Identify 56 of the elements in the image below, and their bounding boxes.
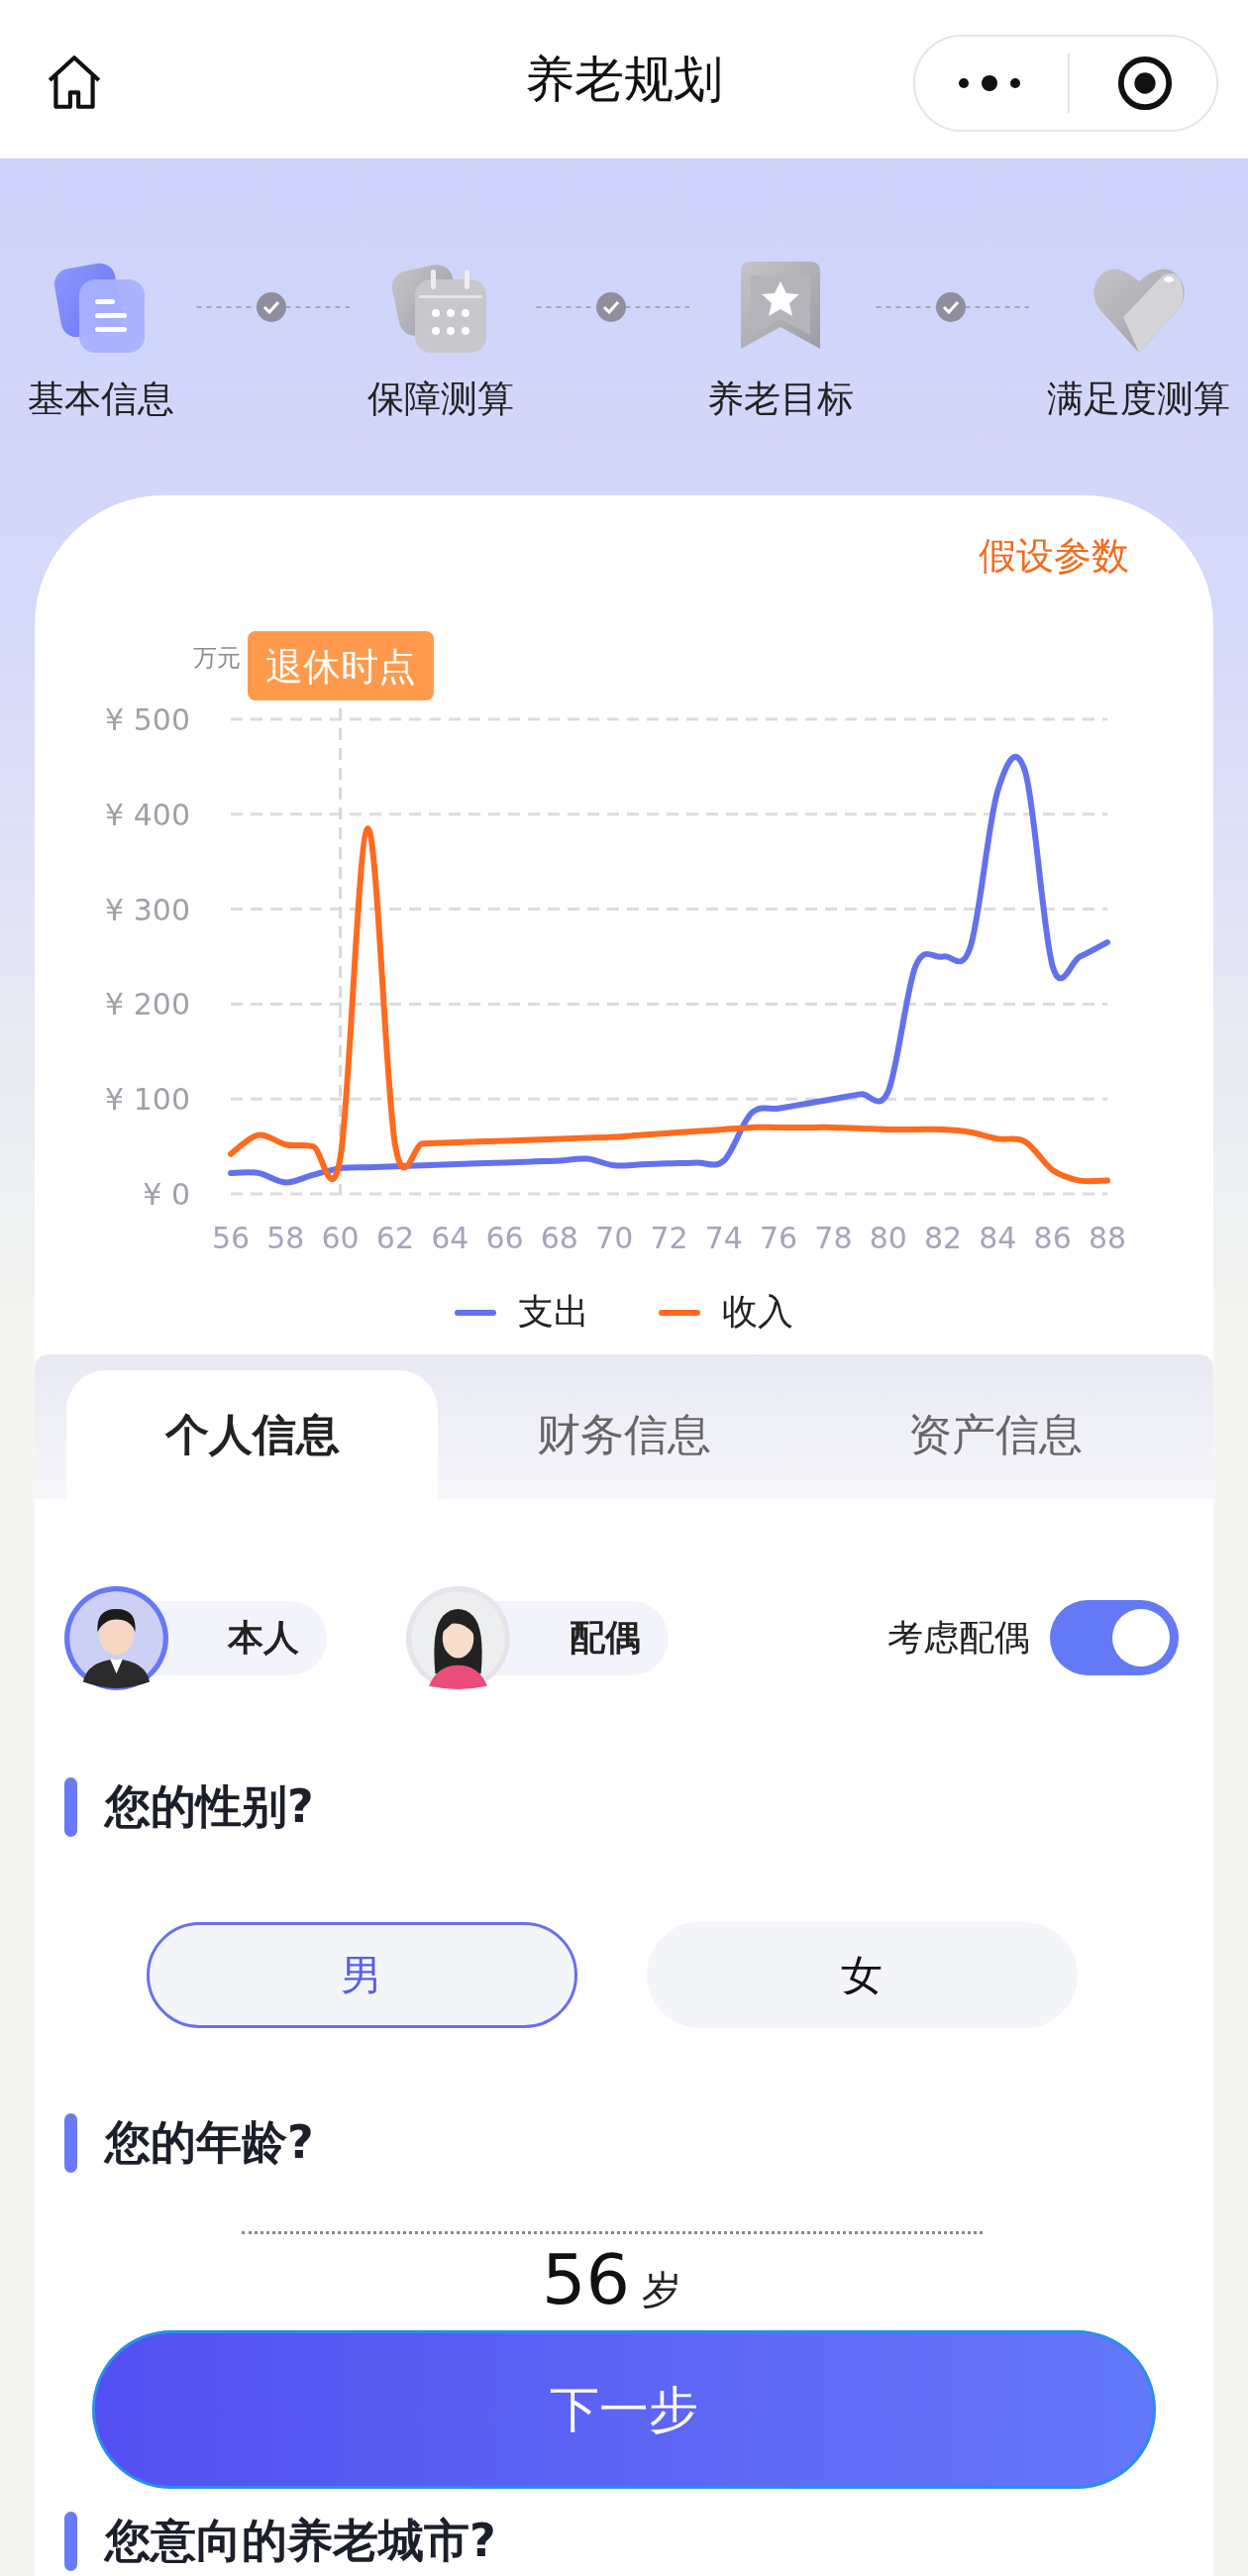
- question-title: 您意向的养老城市?: [105, 2513, 496, 2569]
- x-axis-label: 84: [979, 1221, 1017, 1255]
- x-axis-label: 62: [375, 1221, 415, 1255]
- person-chip[interactable]: 配偶: [406, 1585, 669, 1690]
- check-circle-icon: [256, 292, 286, 322]
- y-axis-unit: 万元: [193, 644, 241, 672]
- option-button[interactable]: 女: [646, 1922, 1078, 2028]
- x-axis-label: 70: [595, 1221, 634, 1255]
- x-axis-label: 64: [431, 1221, 469, 1255]
- y-axis-label: ¥ 0: [143, 1177, 190, 1212]
- x-axis-label: 58: [266, 1221, 305, 1255]
- person-chip[interactable]: 本人: [64, 1585, 327, 1690]
- legend-swatch: [659, 1309, 700, 1316]
- x-axis-label: 76: [760, 1221, 798, 1255]
- page-title: 养老规划: [525, 49, 723, 110]
- option-button[interactable]: 男: [146, 1922, 577, 2028]
- legend-swatch: [455, 1309, 496, 1316]
- x-axis-label: 72: [650, 1221, 688, 1255]
- age-unit: 岁: [642, 2266, 682, 2314]
- step-label: 保障测算: [367, 376, 514, 422]
- x-axis-label: 74: [704, 1221, 743, 1255]
- legend-label: 支出: [518, 1290, 589, 1334]
- x-axis-label: 68: [540, 1221, 578, 1255]
- x-axis-label: 78: [814, 1221, 853, 1255]
- y-axis-label: ¥ 300: [105, 892, 190, 927]
- question-title: 您的性别?: [105, 1778, 314, 1835]
- x-axis-label: 86: [1033, 1221, 1072, 1255]
- x-axis-label: 80: [869, 1221, 907, 1255]
- x-axis-label: 66: [485, 1221, 524, 1255]
- check-circle-icon: [935, 292, 966, 322]
- accent-bar: [64, 2512, 77, 2571]
- y-axis-label: ¥ 400: [105, 797, 190, 832]
- y-axis-label: ¥ 500: [105, 702, 190, 737]
- close-target-icon[interactable]: [1115, 54, 1174, 112]
- y-axis-label: ¥ 100: [105, 1082, 190, 1118]
- next-button[interactable]: 下一步: [92, 2330, 1156, 2489]
- step-label: 基本信息: [28, 376, 174, 422]
- tab[interactable]: 个人信息: [66, 1370, 439, 1499]
- step-label: 养老目标: [707, 376, 854, 422]
- x-axis-label: 82: [923, 1221, 963, 1255]
- toggle-label: 考虑配偶: [887, 1615, 1030, 1660]
- check-circle-icon: [595, 292, 626, 322]
- accent-bar: [64, 1777, 77, 1837]
- x-axis-label: 60: [321, 1221, 360, 1255]
- legend-label: 收入: [722, 1290, 793, 1334]
- age-value[interactable]: 56: [541, 2242, 631, 2317]
- accent-bar: [64, 2113, 77, 2173]
- question-title: 您的年龄?: [105, 2114, 314, 2171]
- y-axis-label: ¥ 200: [105, 987, 190, 1022]
- x-axis-label: 56: [211, 1221, 251, 1255]
- more-icon[interactable]: [958, 73, 1022, 93]
- tab[interactable]: 财务信息: [438, 1370, 810, 1499]
- tab[interactable]: 资产信息: [809, 1370, 1182, 1499]
- retirement-tag: 退休时点: [248, 631, 434, 700]
- step-label: 满足度测算: [1047, 376, 1230, 422]
- x-axis-label: 88: [1088, 1221, 1127, 1255]
